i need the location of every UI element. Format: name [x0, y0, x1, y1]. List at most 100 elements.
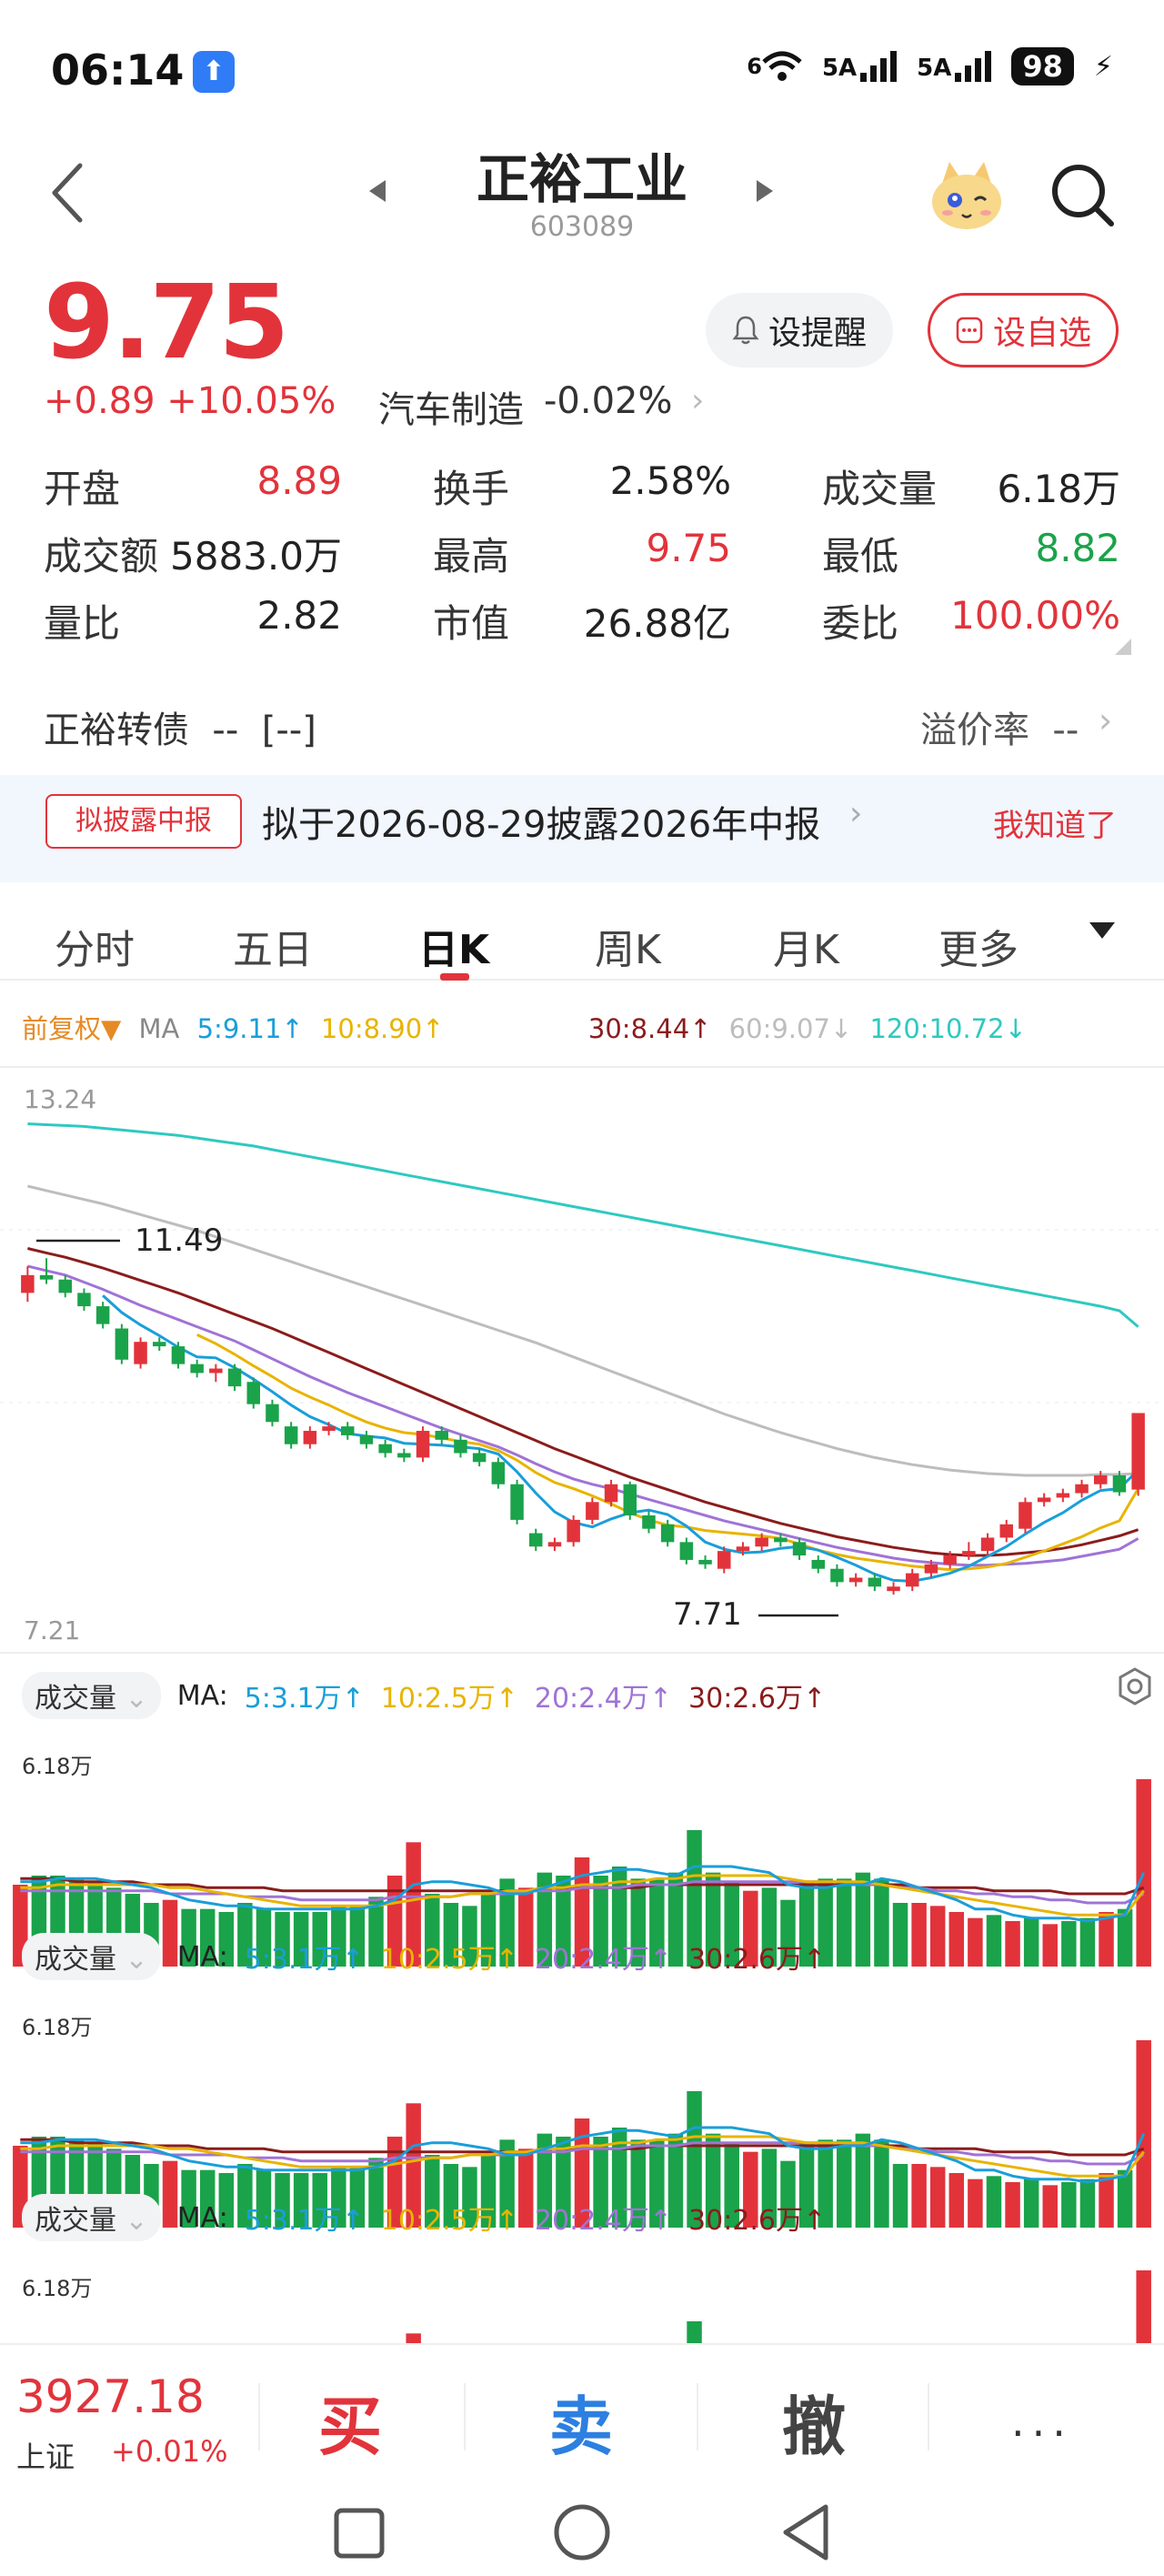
volume-bar	[1042, 2185, 1058, 2228]
ma-label: MA	[138, 1013, 180, 1044]
search-icon[interactable]	[1048, 160, 1117, 229]
candle-body	[642, 1514, 656, 1529]
sector-change[interactable]: -0.02%	[544, 380, 673, 422]
sector-name[interactable]: 汽车制造	[378, 380, 524, 433]
stat-label: 最高	[433, 534, 510, 579]
candle-body	[1131, 1413, 1145, 1490]
volume-indicator-selector[interactable]: 成交量 ⌄	[22, 2194, 161, 2241]
active-tab-indicator	[440, 973, 469, 981]
volume-indicator-selector[interactable]: 成交量 ⌄	[22, 1933, 161, 1980]
chevron-right-icon[interactable]: ›	[691, 382, 704, 419]
notice-tag: 拟披露中报	[45, 794, 242, 849]
volume-indicator-selector[interactable]: 成交量 ⌄	[22, 1672, 161, 1719]
volume-bar	[968, 2179, 983, 2228]
stat-label: 开盘	[44, 467, 121, 511]
ma5-value: 5:9.11↑	[196, 1013, 304, 1044]
candle-body	[962, 1551, 976, 1556]
notice-dismiss-button[interactable]: 我知道了	[993, 800, 1117, 845]
adjust-mode-selector[interactable]: 前复权▼	[22, 1013, 121, 1044]
candle-body	[792, 1542, 807, 1556]
candle-body	[1018, 1502, 1032, 1529]
divider	[928, 2383, 929, 2450]
candle-body	[679, 1542, 694, 1560]
high-marker: 11.49	[135, 1223, 223, 1259]
mascot-avatar-icon[interactable]	[926, 156, 1008, 233]
dropdown-triangle-icon[interactable]	[1088, 915, 1117, 944]
candle-body	[134, 1342, 147, 1364]
volume-bar	[1117, 2169, 1133, 2228]
convertible-bond-label[interactable]: 正裕转债 -- [--]	[44, 700, 316, 753]
volume-bar	[929, 2167, 946, 2228]
volume-header: 成交量 ⌄ MA: 5:3.1万↑ 10:2.5万↑ 20:2.4万↑ 30:2.6万↑	[22, 1933, 842, 1980]
bell-icon	[732, 316, 759, 345]
settings-gear-icon[interactable]	[1115, 1666, 1155, 1706]
candle-body	[472, 1453, 487, 1463]
candle-body	[322, 1426, 336, 1432]
candle-body	[1037, 1497, 1051, 1503]
more-options-button[interactable]: ···	[1011, 2409, 1073, 2458]
add-favorite-button[interactable]: 设自选	[928, 293, 1119, 367]
candle-body	[586, 1502, 599, 1520]
tab-weekly-k[interactable]: 周K	[595, 917, 661, 975]
ma-lines	[27, 1122, 1139, 1583]
vol-ma10: 10:2.5万↑	[380, 2205, 518, 2237]
candle-body	[153, 1342, 166, 1347]
sell-button[interactable]: 卖	[549, 2376, 613, 2468]
tab-five-day[interactable]: 五日	[233, 917, 313, 975]
notice-text[interactable]: 拟于2026-08-29披露2026年中报	[262, 795, 820, 848]
volume-bar	[874, 1878, 889, 1967]
candle-body	[397, 1453, 411, 1458]
candle-body	[378, 1444, 392, 1454]
upload-icon: ⬆	[193, 51, 235, 93]
expand-corner-icon[interactable]	[1115, 639, 1131, 655]
buy-button[interactable]: 买	[318, 2376, 382, 2468]
candle-body	[547, 1542, 562, 1547]
volume-bar	[911, 2164, 927, 2228]
chevron-right-icon[interactable]: ›	[1099, 700, 1112, 740]
cancel-order-button[interactable]: 撤	[782, 2376, 846, 2468]
candle-body	[227, 1368, 242, 1387]
candle-body	[39, 1274, 54, 1280]
next-stock-icon[interactable]	[755, 178, 775, 204]
candle-body	[1075, 1484, 1089, 1494]
battery-indicator: 98	[1011, 47, 1074, 86]
tab-daily-k[interactable]: 日K	[418, 917, 489, 975]
volume-bar	[968, 1917, 983, 1967]
chevron-right-icon[interactable]: ›	[849, 795, 862, 832]
index-value[interactable]: 3927.18	[16, 2370, 205, 2423]
tab-more[interactable]: 更多	[938, 917, 1018, 975]
candle-body	[510, 1484, 524, 1520]
volume-bar	[1042, 1924, 1058, 1967]
volume-bar	[948, 2173, 965, 2228]
home-icon[interactable]	[551, 2501, 613, 2563]
ma20-fade	[461, 1031, 571, 1034]
vol-ma5: 5:3.1万↑	[244, 1683, 365, 1715]
signal-icon-1: 5A	[822, 51, 898, 82]
kline-chart[interactable]: 13.24 7.21 11.49 7.71	[0, 1066, 1164, 1657]
stat-label: 委比	[822, 601, 899, 646]
tab-monthly-k[interactable]: 月K	[773, 917, 839, 975]
volume-bar	[1079, 1917, 1096, 1967]
wifi-icon: 6	[747, 51, 802, 82]
recent-apps-icon[interactable]	[331, 2505, 387, 2561]
divider	[464, 2383, 466, 2450]
ma120-value: 120:10.72↓	[869, 1013, 1027, 1044]
candle-body	[266, 1404, 279, 1423]
tab-intraday[interactable]: 分时	[55, 917, 135, 975]
candle-body	[906, 1573, 919, 1587]
bond-premium-rate[interactable]: 溢价率 --	[920, 700, 1079, 753]
price-change: +0.89 +10.05%	[44, 380, 336, 422]
index-name[interactable]: 上证	[16, 2434, 75, 2476]
back-nav-icon[interactable]	[778, 2501, 833, 2563]
vol-ma20: 20:2.4万↑	[534, 1683, 673, 1715]
set-alert-button[interactable]: 设提醒	[706, 293, 893, 367]
index-change[interactable]: +0.01%	[111, 2434, 227, 2469]
favorite-icon	[956, 317, 983, 344]
vol-ma-label: MA:	[176, 2201, 228, 2234]
status-icons: 6 5A 5A 98 ⚡	[747, 47, 1113, 86]
candle-body	[887, 1586, 900, 1592]
stat-label: 市值	[433, 601, 510, 646]
candle-body	[284, 1426, 298, 1444]
candle-body	[359, 1434, 374, 1444]
vol-ma5: 5:3.1万↑	[244, 2205, 365, 2237]
